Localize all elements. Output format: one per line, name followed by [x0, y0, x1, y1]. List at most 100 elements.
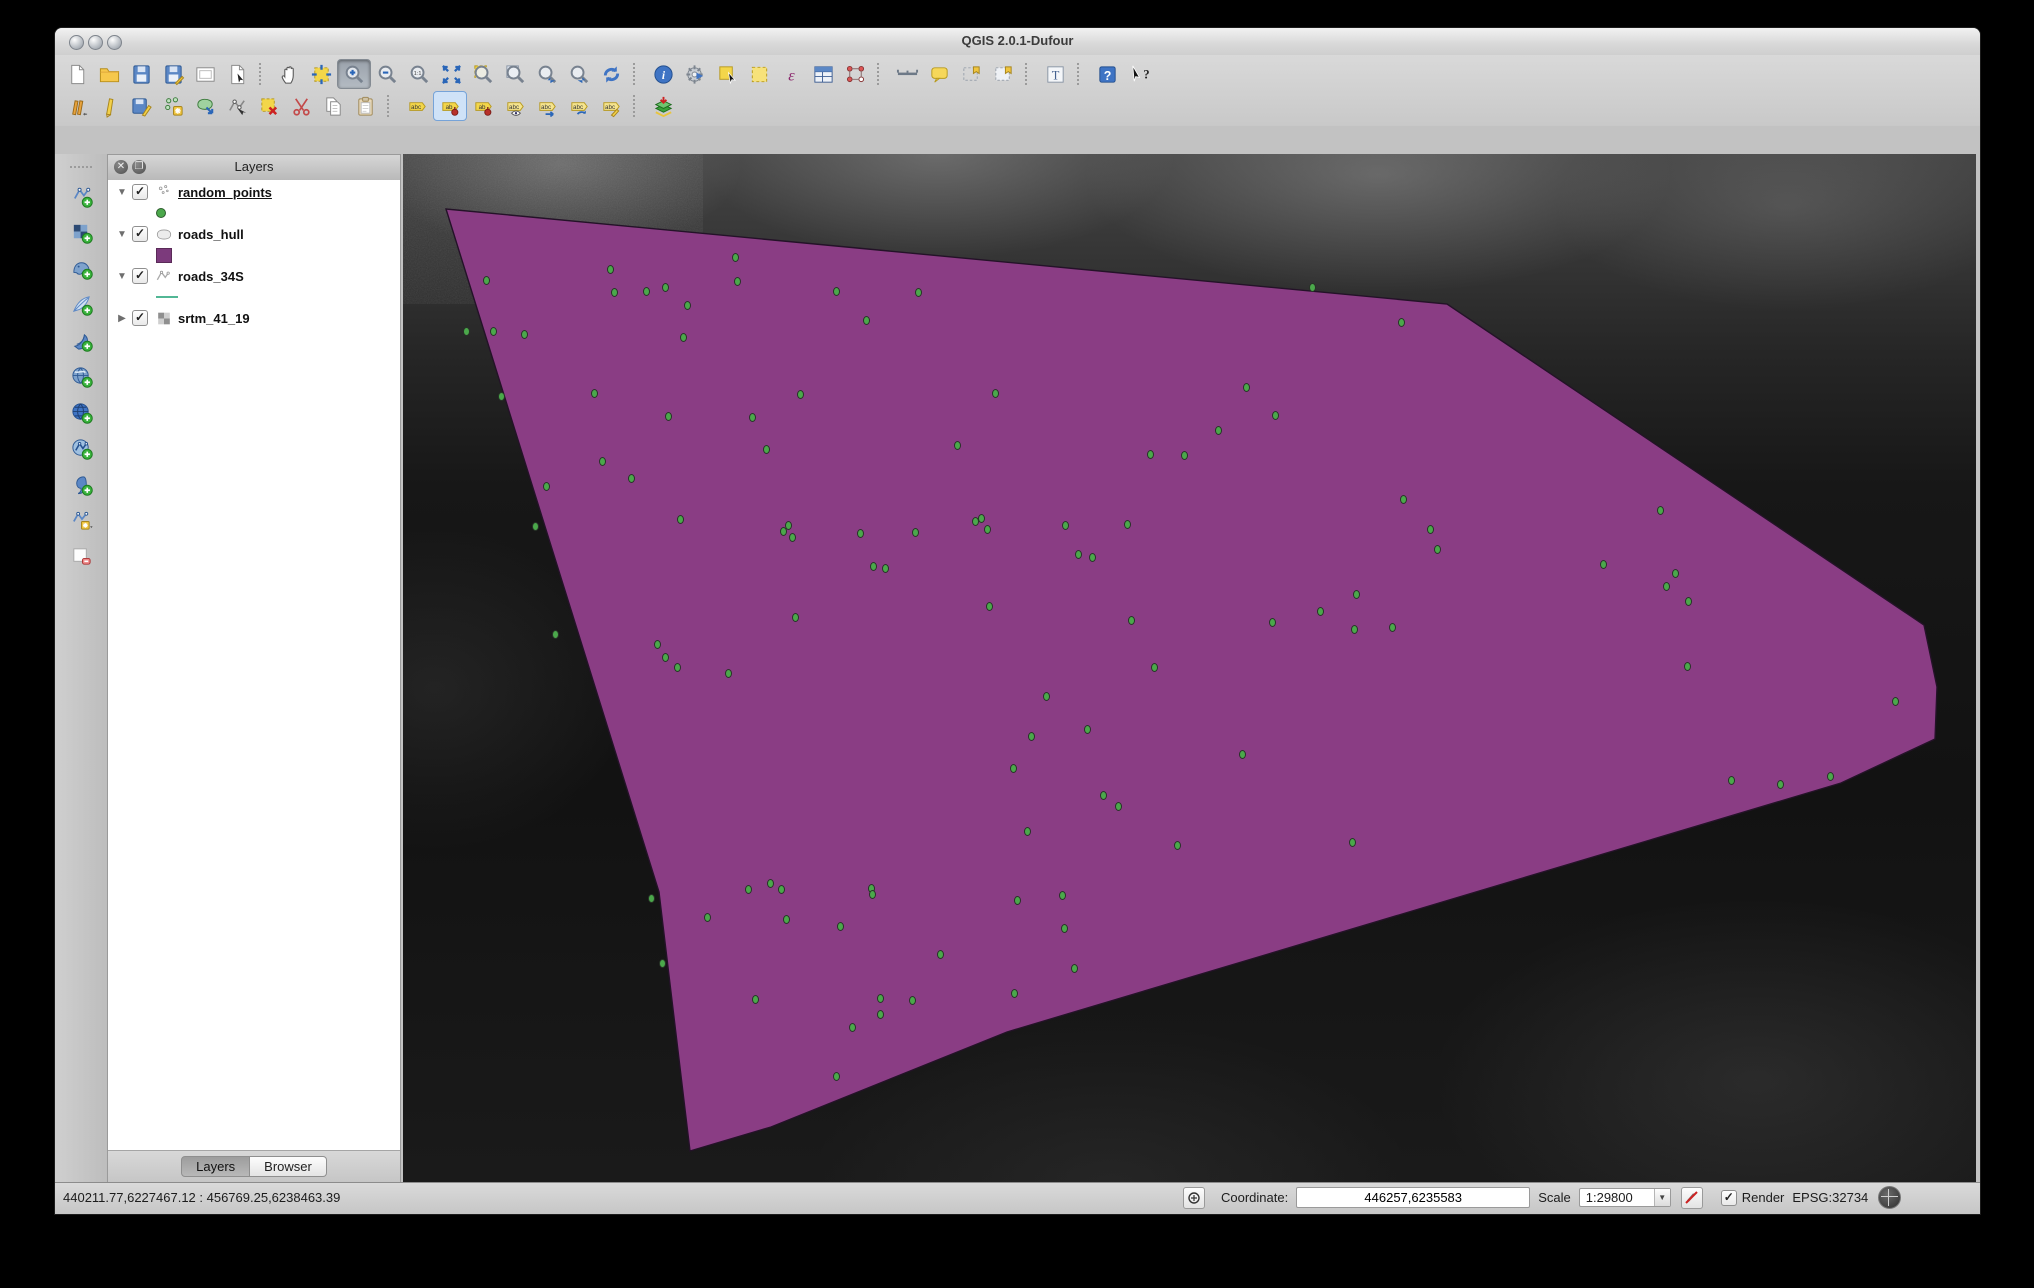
layer-row[interactable]: ▼✓ roads_hull [108, 222, 400, 246]
tab-browser[interactable]: Browser [250, 1156, 327, 1177]
chevron-down-icon[interactable]: ▼ [1654, 1189, 1670, 1206]
measure-line-button[interactable] [891, 60, 923, 88]
title-bar[interactable]: QGIS 2.0.1-Dufour [55, 28, 1980, 56]
random-point [684, 301, 691, 310]
select-features-button[interactable] [711, 60, 743, 88]
new-project-button[interactable] [61, 60, 93, 88]
add-postgis-layer-button[interactable] [65, 254, 97, 282]
layer-visibility-checkbox[interactable]: ✓ [132, 268, 148, 284]
save-project-as-button[interactable] [157, 60, 189, 88]
zoom-out-button[interactable] [371, 60, 403, 88]
move-feature-button[interactable] [189, 92, 221, 120]
layer-visibility-checkbox[interactable]: ✓ [132, 310, 148, 326]
label-move-button[interactable]: abc [531, 92, 563, 120]
zoom-to-layer-button[interactable] [499, 60, 531, 88]
layer-row[interactable]: ▶✓ srtm_41_19 [108, 306, 400, 330]
toolbar-handle[interactable] [70, 166, 92, 174]
pan-to-selection-button[interactable] [305, 60, 337, 88]
remove-layer-button[interactable] [65, 542, 97, 570]
layer-symbol-row [108, 246, 400, 264]
tab-layers[interactable]: Layers [181, 1156, 250, 1177]
run-feature-action-button[interactable] [679, 60, 711, 88]
zoom-to-selection-button[interactable] [467, 60, 499, 88]
new-shapefile-layer-button[interactable] [65, 506, 97, 534]
add-delimited-text-layer-button[interactable] [65, 470, 97, 498]
toolbar-separator [1025, 63, 1036, 85]
field-calculator-button[interactable] [839, 60, 871, 88]
layer-visibility-checkbox[interactable]: ✓ [132, 184, 148, 200]
render-checkbox[interactable]: ✓ [1721, 1190, 1737, 1206]
current-edits-button[interactable] [61, 92, 93, 120]
layer-name[interactable]: random_points [178, 185, 272, 200]
help-button[interactable]: ? [1091, 60, 1123, 88]
collapse-arrow-icon[interactable]: ▼ [114, 271, 130, 282]
text-annotation-button[interactable]: T [1039, 60, 1071, 88]
scale-combobox[interactable]: 1:29800 ▼ [1579, 1188, 1671, 1207]
layer-name[interactable]: roads_34S [178, 269, 244, 284]
map-canvas[interactable] [403, 154, 1976, 1183]
extent-toggle-icon[interactable] [1183, 1187, 1205, 1209]
open-project-button[interactable] [93, 60, 125, 88]
cut-features-button[interactable] [285, 92, 317, 120]
label-pin-button[interactable]: ab [433, 91, 467, 121]
zoom-next-button[interactable] [563, 60, 595, 88]
svg-text:?: ? [1143, 67, 1149, 81]
deselect-features-button[interactable] [743, 60, 775, 88]
new-composer-button[interactable] [189, 60, 221, 88]
label-unpin-button[interactable]: ab [467, 92, 499, 120]
add-vector-layer-button[interactable] [65, 182, 97, 210]
coordinate-input[interactable] [1296, 1187, 1530, 1208]
refresh-button[interactable] [595, 60, 627, 88]
label-rotate-button[interactable]: abc [563, 92, 595, 120]
attribute-table-button[interactable] [807, 60, 839, 88]
delete-selected-button[interactable] [253, 92, 285, 120]
add-raster-layer-button[interactable] [65, 218, 97, 246]
expand-arrow-icon[interactable]: ▶ [114, 313, 130, 324]
new-bookmark-button[interactable] [955, 60, 987, 88]
collapse-arrow-icon[interactable]: ▼ [114, 187, 130, 198]
random-point [992, 389, 999, 398]
random-point [1892, 697, 1899, 706]
collapse-arrow-icon[interactable]: ▼ [114, 229, 130, 240]
layer-tree[interactable]: ▼✓random_points▼✓roads_hull▼✓roads_34S▶✓… [108, 180, 400, 1151]
zoom-last-button[interactable] [531, 60, 563, 88]
copy-features-button[interactable] [317, 92, 349, 120]
show-bookmarks-button[interactable] [987, 60, 1019, 88]
paste-features-button[interactable] [349, 92, 381, 120]
layer-visibility-checkbox[interactable]: ✓ [132, 226, 148, 242]
label-visibility-button[interactable]: abc [499, 92, 531, 120]
random-point [984, 525, 991, 534]
identify-features-button[interactable]: i [647, 60, 679, 88]
select-by-expression-button[interactable]: ε [775, 60, 807, 88]
label-properties-button[interactable]: abc [595, 92, 627, 120]
raster-layer-icon [154, 307, 174, 330]
save-layer-edits-button[interactable] [125, 92, 157, 120]
stop-rendering-icon[interactable] [1681, 1187, 1703, 1209]
node-tool-button[interactable] [221, 92, 253, 120]
save-project-button[interactable] [125, 60, 157, 88]
plugin-button[interactable] [647, 92, 679, 120]
toolbar-separator [259, 63, 270, 85]
extents-readout: 440211.77,6227467.12 : 456769.25,6238463… [63, 1190, 340, 1205]
add-spatialite-layer-button[interactable] [65, 290, 97, 318]
whats-this-button[interactable]: ? [1123, 60, 1155, 88]
add-wms-layer-button[interactable] [65, 362, 97, 390]
zoom-in-button[interactable] [337, 59, 371, 89]
zoom-native-button[interactable]: 1:1 [403, 60, 435, 88]
toggle-editing-button[interactable] [93, 92, 125, 120]
add-feature-button[interactable] [157, 92, 189, 120]
file-map-navigation-toolbar: 1:1 i ε T?? [61, 59, 1155, 89]
layer-row[interactable]: ▼✓ random_points [108, 180, 400, 204]
add-wfs-layer-button[interactable] [65, 434, 97, 462]
pan-map-button[interactable] [273, 60, 305, 88]
crs-globe-icon[interactable] [1878, 1186, 1901, 1209]
add-wcs-layer-button[interactable] [65, 398, 97, 426]
layer-row[interactable]: ▼✓ roads_34S [108, 264, 400, 288]
map-tips-button[interactable] [923, 60, 955, 88]
labeling-button[interactable]: abc [401, 92, 433, 120]
zoom-full-button[interactable] [435, 60, 467, 88]
layer-name[interactable]: srtm_41_19 [178, 311, 250, 326]
layer-name[interactable]: roads_hull [178, 227, 244, 242]
add-mssql-layer-button[interactable] [65, 326, 97, 354]
composer-manager-button[interactable] [221, 60, 253, 88]
